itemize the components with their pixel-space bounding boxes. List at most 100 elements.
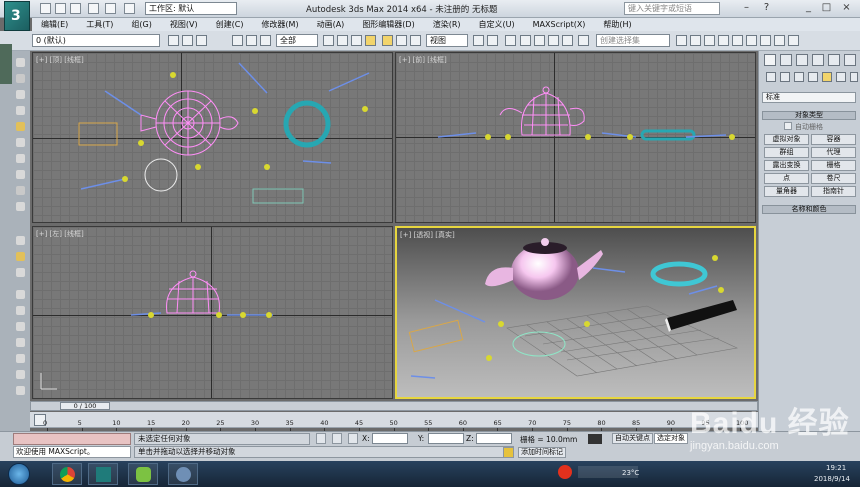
loops-icon[interactable]	[16, 236, 25, 245]
autogrid-checkbox[interactable]	[784, 122, 792, 130]
time-slider-knob[interactable]: 0 / 100	[60, 402, 110, 410]
cameras-category-icon[interactable]	[808, 72, 818, 82]
tris-icon[interactable]	[16, 252, 25, 261]
selection-filter-dropdown[interactable]: 全部	[276, 34, 318, 47]
unlink-icon[interactable]	[246, 35, 257, 46]
material-id-icon[interactable]	[16, 354, 25, 363]
window-minimize-button[interactable]: _	[802, 2, 815, 15]
uv-icon[interactable]	[16, 370, 25, 379]
start-button[interactable]	[8, 463, 30, 485]
create-layer-icon[interactable]	[182, 35, 193, 46]
compass-button[interactable]: 指南针	[811, 186, 856, 197]
add-time-tag-button[interactable]: 添加时间标记	[518, 447, 566, 458]
set-key-icon[interactable]	[503, 447, 514, 458]
taskbar-chrome-app[interactable]	[52, 463, 82, 485]
reference-coordinate-dropdown[interactable]: 视图	[426, 34, 468, 47]
protractor-button[interactable]: 量角器	[764, 186, 809, 197]
select-scale-icon[interactable]	[410, 35, 421, 46]
percent-snap-icon[interactable]	[548, 35, 559, 46]
autokey-button[interactable]: 自动关键点	[612, 433, 653, 444]
viewport-front[interactable]: [+] [前] [线框]	[395, 52, 756, 223]
keyboard-shortcut-icon[interactable]	[505, 35, 516, 46]
project-folder-icon[interactable]	[124, 3, 135, 14]
schematic-view-icon[interactable]	[732, 35, 743, 46]
workspace-dropdown[interactable]: 工作区: 默认	[145, 2, 237, 15]
normals-icon[interactable]	[16, 338, 25, 347]
undo-icon[interactable]	[88, 3, 99, 14]
viewport-top[interactable]: [+] [顶] [线框]	[32, 52, 393, 223]
key-icon[interactable]	[588, 434, 602, 444]
menu-create[interactable]: 创建(C)	[207, 18, 253, 31]
visibility-icon[interactable]	[16, 306, 25, 315]
modify-mode-icon[interactable]	[16, 154, 25, 163]
preserve-uvs-icon[interactable]	[16, 386, 25, 395]
menu-graph-editors[interactable]: 图形编辑器(D)	[353, 18, 423, 31]
z-coordinate-field[interactable]	[476, 433, 512, 444]
menu-animation[interactable]: 动画(A)	[308, 18, 354, 31]
window-close-button[interactable]: ×	[840, 2, 853, 15]
maxscript-listener-output[interactable]: 欢迎使用 MAXScript。	[13, 446, 131, 458]
time-slider[interactable]	[30, 401, 758, 411]
viewport-left[interactable]: [+] [左] [线框]	[32, 226, 393, 399]
bind-space-warp-icon[interactable]	[260, 35, 271, 46]
menu-help[interactable]: 帮助(H)	[594, 18, 640, 31]
helpers-category-icon[interactable]	[822, 72, 832, 82]
geometry-icon[interactable]	[16, 186, 25, 195]
minimize-icon[interactable]: –	[740, 2, 753, 15]
add-to-layer-icon[interactable]	[196, 35, 207, 46]
spinner-snap-icon[interactable]	[562, 35, 573, 46]
x-coordinate-field[interactable]	[372, 433, 408, 444]
menu-modifiers[interactable]: 修改器(M)	[252, 18, 307, 31]
align-icon[interactable]	[690, 35, 701, 46]
named-selection-set-dropdown[interactable]: 创建选择集	[596, 34, 670, 47]
select-by-name-icon[interactable]	[337, 35, 348, 46]
geometry-category-icon[interactable]	[766, 72, 776, 82]
smoothing-icon[interactable]	[16, 322, 25, 331]
open-file-icon[interactable]	[55, 3, 66, 14]
object-type-rollout[interactable]: 对象类型	[762, 111, 856, 120]
select-link-icon[interactable]	[232, 35, 243, 46]
name-color-rollout[interactable]: 名称和颜色	[762, 205, 856, 214]
select-move-icon[interactable]	[382, 35, 393, 46]
layer-dropdown[interactable]: 0 (默认)	[32, 34, 160, 47]
menu-edit[interactable]: 编辑(E)	[32, 18, 77, 31]
create-tab-icon[interactable]	[764, 54, 776, 66]
snaps-toggle-icon[interactable]	[520, 35, 531, 46]
align-tool-icon[interactable]	[16, 268, 25, 277]
maxscript-mini-listener[interactable]	[13, 433, 131, 445]
shapes-category-icon[interactable]	[780, 72, 790, 82]
window-maximize-button[interactable]: □	[820, 2, 833, 15]
pivot-center-icon[interactable]	[473, 35, 484, 46]
display-tab-icon[interactable]	[828, 54, 840, 66]
selected-set-dropdown[interactable]: 选定对象	[654, 433, 688, 444]
container-button[interactable]: 容器	[811, 134, 856, 145]
utilities-tab-icon[interactable]	[844, 54, 856, 66]
dummy-button[interactable]: 虚拟对象	[764, 134, 809, 145]
layer-manager-icon[interactable]	[168, 35, 179, 46]
material-editor-icon[interactable]	[746, 35, 757, 46]
curve-editor-icon[interactable]	[718, 35, 729, 46]
clock-time[interactable]: 19:21	[826, 464, 846, 472]
systems-category-icon[interactable]	[850, 72, 858, 82]
save-file-icon[interactable]	[70, 3, 81, 14]
new-file-icon[interactable]	[40, 3, 51, 14]
select-manipulate-icon[interactable]	[487, 35, 498, 46]
subdivision-icon[interactable]	[16, 202, 25, 211]
layer-explorer-icon[interactable]	[704, 35, 715, 46]
point-button[interactable]: 点	[764, 173, 809, 184]
edit-icon[interactable]	[16, 170, 25, 179]
freeform-icon[interactable]	[16, 74, 25, 83]
rect-selection-icon[interactable]	[351, 35, 362, 46]
select-object-icon[interactable]	[323, 35, 334, 46]
selection-tool-icon[interactable]	[16, 90, 25, 99]
rendered-frame-icon[interactable]	[774, 35, 785, 46]
helper-category-dropdown[interactable]: 标准	[762, 92, 856, 103]
lock-selection-icon[interactable]	[316, 433, 326, 444]
y-coordinate-field[interactable]	[428, 433, 464, 444]
menu-maxscript[interactable]: MAXScript(X)	[524, 18, 595, 31]
motion-tab-icon[interactable]	[812, 54, 824, 66]
modify-tab-icon[interactable]	[780, 54, 792, 66]
taskbar-3dsmax-app[interactable]	[88, 463, 118, 485]
delegate-button[interactable]: 代理	[811, 147, 856, 158]
viewport-perspective[interactable]: [+] [透视] [真实]	[395, 226, 756, 399]
